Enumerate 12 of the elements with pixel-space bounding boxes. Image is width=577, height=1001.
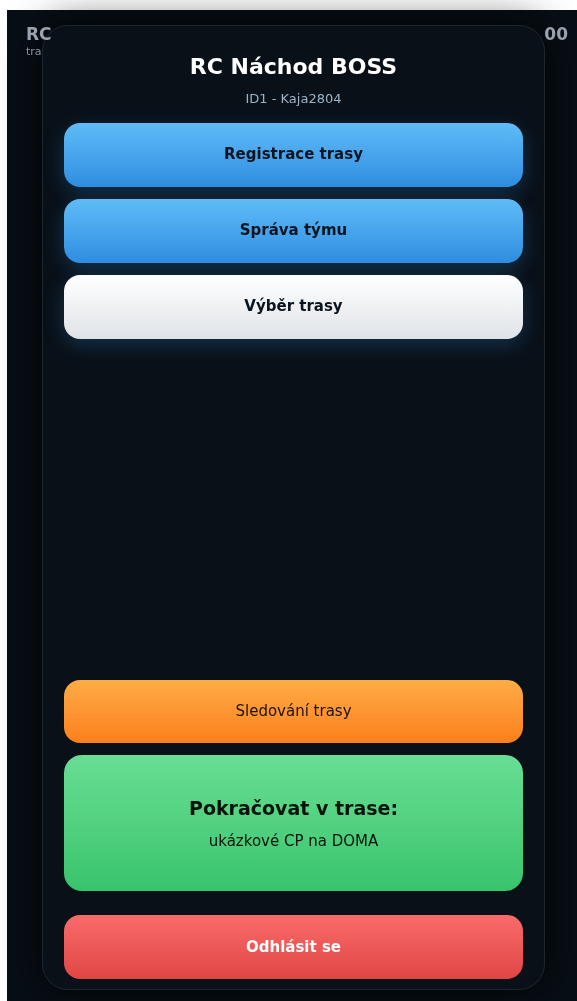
continue-route-name: ukázkové CP na DOMA xyxy=(208,831,379,852)
timer: 00 xyxy=(544,24,568,44)
menu-button[interactable]: Registrace trasy xyxy=(64,122,523,187)
continue-heading: Pokračovat v trase: xyxy=(188,795,399,821)
continue-route-button[interactable]: Pokračovat v trase: ukázkové CP na DOMA xyxy=(64,755,523,891)
user-id: ID1 - Kaja2804 xyxy=(245,90,342,108)
dialog-title: RC Náchod BOSS xyxy=(189,53,398,81)
menu-button[interactable]: Správa týmu xyxy=(64,198,523,263)
track-tracking-button[interactable]: Sledování trasy xyxy=(64,680,523,743)
menu-button[interactable]: Výběr trasy xyxy=(64,274,523,339)
app-title: RC xyxy=(26,24,52,44)
route-length: tra xyxy=(26,44,43,60)
